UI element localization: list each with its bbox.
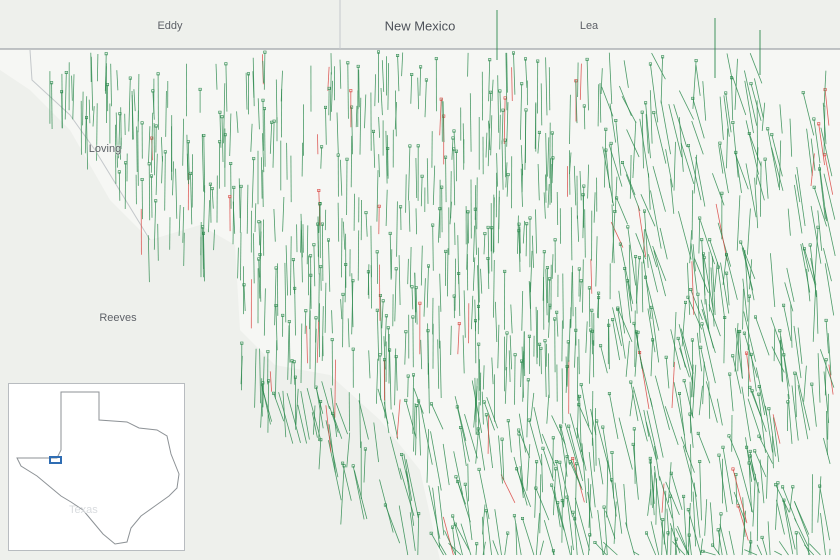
well-lateral bbox=[82, 91, 84, 126]
well-lateral bbox=[691, 190, 693, 240]
well-lateral bbox=[591, 390, 594, 446]
well-lateral bbox=[562, 273, 564, 329]
well-lateral bbox=[320, 266, 322, 291]
county-label-lea: Lea bbox=[579, 20, 599, 32]
state-label: New Mexico bbox=[384, 18, 456, 34]
well-lateral bbox=[118, 171, 121, 201]
well-lateral bbox=[124, 113, 126, 136]
well-lateral bbox=[561, 320, 563, 362]
well-lateral bbox=[438, 305, 440, 349]
well-lateral bbox=[407, 376, 409, 398]
well-lateral bbox=[787, 401, 789, 432]
well-lateral bbox=[137, 130, 139, 186]
well-lateral bbox=[390, 249, 393, 279]
well-lateral bbox=[445, 157, 447, 203]
county-label-loving: Loving bbox=[88, 143, 122, 155]
county-label-eddy: Eddy bbox=[157, 20, 183, 32]
well-lateral bbox=[498, 190, 500, 230]
well-lateral bbox=[556, 191, 559, 226]
well-lateral bbox=[341, 218, 343, 278]
locator-inset: Texas bbox=[8, 383, 185, 551]
well-lateral bbox=[322, 224, 324, 282]
well-lateral bbox=[61, 73, 63, 129]
inset-label: Texas bbox=[69, 504, 98, 516]
well-lateral bbox=[357, 230, 360, 281]
well-lateral bbox=[569, 150, 571, 195]
well-lateral bbox=[577, 62, 579, 98]
well-lateral bbox=[97, 53, 99, 82]
well-map[interactable]: Eddy New Mexico Lea Loving Reeves Texas bbox=[0, 0, 840, 560]
well-lateral bbox=[540, 348, 542, 375]
well-lateral bbox=[151, 175, 153, 218]
well-lateral bbox=[578, 339, 580, 375]
texas-outline-icon bbox=[16, 391, 180, 545]
well-lateral bbox=[51, 82, 53, 130]
well-lateral bbox=[545, 174, 547, 203]
well-lateral bbox=[262, 169, 264, 208]
well-lateral bbox=[301, 142, 303, 177]
well-lateral bbox=[240, 232, 242, 281]
well-lateral bbox=[148, 163, 151, 221]
well-lateral bbox=[467, 52, 469, 77]
county-label-reeves: Reeves bbox=[99, 312, 137, 324]
well-lateral bbox=[521, 163, 523, 193]
well-lateral bbox=[350, 135, 353, 188]
well-lateral bbox=[548, 67, 551, 111]
well-lateral bbox=[583, 105, 586, 130]
well-lateral bbox=[286, 142, 288, 180]
